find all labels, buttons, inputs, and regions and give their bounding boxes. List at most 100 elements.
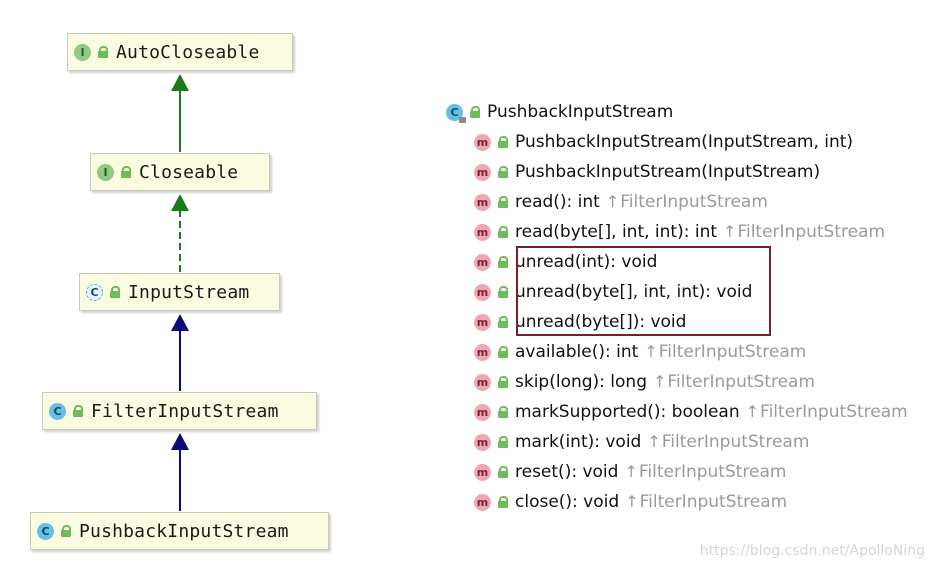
inherited-from: ↑FilterInputStream (625, 492, 787, 512)
method-icon: m (474, 403, 491, 421)
class-icon: C (49, 402, 66, 420)
class-icon: C (446, 103, 466, 123)
class-hierarchy-diagram: I AutoCloseable I Closeable C InputStrea… (0, 0, 933, 567)
method-icon: m (474, 283, 491, 301)
node-label: FilterInputStream (91, 400, 279, 422)
method-signature: read(): int (515, 192, 600, 212)
method-row[interactable]: m PushbackInputStream(InputStream) (474, 161, 820, 183)
inherited-from: ↑FilterInputStream (723, 222, 885, 242)
inherited-class-name: FilterInputStream (620, 192, 768, 212)
method-signature: markSupported(): boolean (515, 402, 740, 422)
method-icon: m (474, 253, 491, 271)
public-lock-icon (498, 376, 508, 388)
method-signature: reset(): void (515, 462, 619, 482)
inherited-arrow-icon: ↑ (723, 222, 737, 241)
method-icon: m (474, 133, 491, 151)
inherited-from: ↑FilterInputStream (746, 402, 908, 422)
unread-methods-highlight (516, 246, 771, 336)
method-icon: m (474, 193, 491, 211)
inherited-arrow-icon: ↑ (624, 462, 638, 481)
inherited-arrow-icon: ↑ (605, 192, 620, 211)
inherited-from: ↑FilterInputStream (606, 192, 768, 212)
inherited-from: ↑FilterInputStream (644, 342, 806, 362)
arrowhead-icon (171, 433, 189, 450)
public-lock-icon (498, 436, 508, 448)
inherited-from: ↑FilterInputStream (624, 462, 786, 482)
public-lock-icon (498, 496, 508, 508)
node-inputstream[interactable]: C InputStream (79, 273, 280, 311)
inherited-arrow-icon: ↑ (653, 372, 667, 391)
method-row[interactable]: m mark(int): void ↑FilterInputStream (474, 431, 809, 453)
method-icon: m (474, 163, 491, 181)
method-signature: PushbackInputStream(InputStream) (515, 162, 821, 182)
inherited-class-name: FilterInputStream (667, 372, 816, 392)
method-signature: mark(int): void (515, 432, 642, 452)
method-icon: m (474, 313, 491, 331)
public-lock-icon (498, 286, 508, 298)
node-label: InputStream (128, 281, 250, 303)
method-icon: m (474, 493, 491, 511)
structure-class-row[interactable]: C PushbackInputStream (446, 101, 673, 123)
public-lock-icon (73, 405, 83, 417)
arrowhead-icon (171, 314, 189, 331)
inherited-class-name: FilterInputStream (737, 222, 886, 242)
method-icon: m (474, 223, 491, 241)
interface-icon: I (97, 163, 114, 181)
inherited-class-name: FilterInputStream (661, 432, 810, 452)
public-lock-icon (110, 286, 120, 298)
method-signature: available(): int (515, 342, 639, 362)
interface-icon: I (74, 43, 91, 61)
inherited-class-name: FilterInputStream (760, 402, 908, 422)
method-signature: read(byte[], int, int): int (515, 222, 718, 242)
public-lock-icon (498, 166, 508, 178)
inherited-class-name: FilterInputStream (638, 462, 787, 482)
public-lock-icon (470, 106, 480, 118)
inherited-arrow-icon: ↑ (625, 492, 639, 511)
arrowhead-icon (171, 74, 189, 91)
method-row[interactable]: m read(byte[], int, int): int ↑FilterInput… (474, 221, 885, 243)
method-icon: m (474, 373, 491, 391)
public-lock-icon (498, 256, 508, 268)
method-row[interactable]: m PushbackInputStream(InputStream, int) (474, 131, 853, 153)
inherited-from: ↑FilterInputStream (647, 432, 809, 452)
inherited-arrow-icon: ↑ (745, 402, 760, 421)
method-row[interactable]: m close(): void ↑FilterInputStream (474, 491, 787, 513)
method-row[interactable]: m markSupported(): boolean ↑FilterInputStr… (474, 401, 908, 423)
method-row[interactable]: m read(): int ↑FilterInputStream (474, 191, 768, 213)
method-icon: m (474, 343, 491, 361)
public-lock-icon (498, 346, 508, 358)
arrowhead-icon (171, 194, 189, 211)
method-signature: skip(long): long (515, 372, 647, 392)
inherited-from: ↑FilterInputStream (653, 372, 815, 392)
inherited-class-name: FilterInputStream (639, 492, 788, 512)
public-lock-icon (498, 196, 508, 208)
method-signature: PushbackInputStream(InputStream, int) (515, 132, 854, 152)
class-icon: C (37, 522, 54, 540)
public-lock-icon (98, 46, 108, 58)
method-row[interactable]: m reset(): void ↑FilterInputStream (474, 461, 786, 483)
public-lock-icon (121, 166, 131, 178)
watermark: https://blog.csdn.net/ApolloNing (699, 543, 925, 559)
method-row[interactable]: m available(): int ↑FilterInputStream (474, 341, 806, 363)
node-label: PushbackInputStream (79, 520, 289, 542)
inherited-arrow-icon: ↑ (644, 342, 658, 361)
node-filterinputstream[interactable]: C FilterInputStream (42, 392, 317, 430)
method-signature: close(): void (515, 492, 620, 512)
public-lock-icon (498, 466, 508, 478)
method-icon: m (474, 463, 491, 481)
node-label: Closeable (139, 161, 239, 183)
node-pushbackinputstream[interactable]: C PushbackInputStream (30, 512, 329, 550)
abstract-class-icon: C (86, 283, 103, 301)
node-autocloseable[interactable]: I AutoCloseable (67, 33, 293, 71)
method-row[interactable]: m skip(long): long ↑FilterInputStream (474, 371, 815, 393)
inherited-arrow-icon: ↑ (647, 432, 661, 451)
public-lock-icon (61, 525, 71, 537)
node-label: AutoCloseable (116, 41, 260, 63)
public-lock-icon (498, 136, 508, 148)
structure-class-name: PushbackInputStream (487, 102, 674, 122)
inherited-class-name: FilterInputStream (658, 342, 807, 362)
method-icon: m (474, 433, 491, 451)
public-lock-icon (498, 406, 508, 418)
public-lock-icon (498, 226, 508, 238)
node-closeable[interactable]: I Closeable (90, 153, 270, 191)
